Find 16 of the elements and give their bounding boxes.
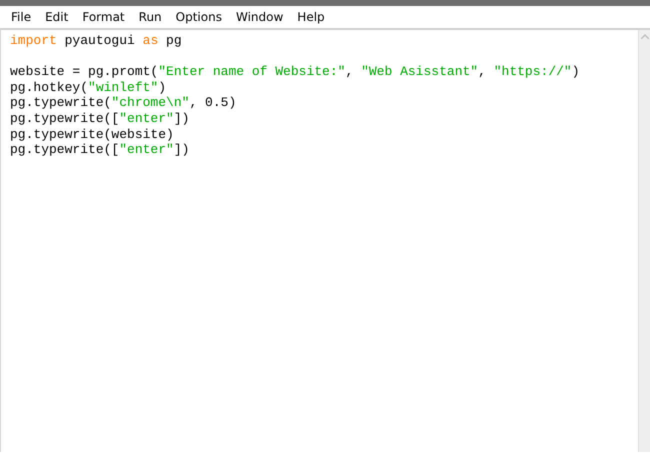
menu-item[interactable]: File: [4, 10, 38, 24]
menu-item[interactable]: Help: [290, 10, 332, 24]
scrollbar[interactable]: [638, 30, 650, 452]
code-line: pg.typewrite(["enter"]): [10, 110, 190, 127]
code-line: pg.hotkey("winleft"): [10, 80, 168, 96]
menu-item[interactable]: Options: [168, 10, 229, 24]
menu-item[interactable]: Run: [132, 10, 169, 24]
menu-item[interactable]: Edit: [38, 10, 76, 24]
code-line: pg.typewrite(website): [10, 126, 175, 142]
code-line: pg.typewrite(["enter"]): [10, 142, 190, 158]
code-line: import pyautogui as pg: [10, 33, 183, 49]
menu-item[interactable]: Format: [75, 10, 132, 24]
menu-item[interactable]: Window: [228, 10, 290, 24]
code-line: website = pg.promt("Enter name of Website:", "Web Asisstant", "https://"): [10, 64, 581, 80]
scroll-up-icon[interactable]: [640, 34, 648, 39]
code-line: pg.typewrite("chrome\n", 0.5): [10, 95, 238, 111]
